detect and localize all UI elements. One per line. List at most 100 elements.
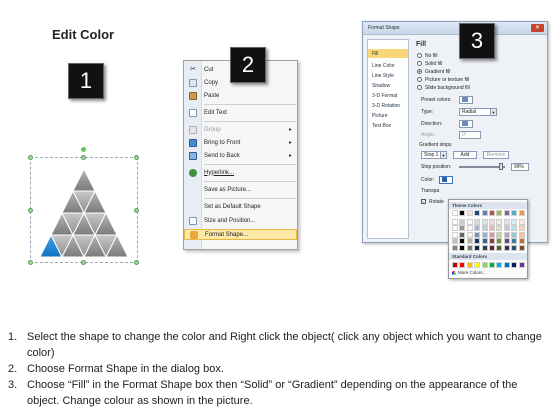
radio-slide-background-fill[interactable]: Slide background fill bbox=[417, 84, 470, 91]
color-swatch[interactable] bbox=[511, 231, 518, 238]
color-swatch[interactable] bbox=[474, 231, 481, 238]
preset-colors-button[interactable] bbox=[459, 95, 473, 104]
menu-item-edit-text[interactable]: Edit Text bbox=[184, 107, 297, 118]
color-swatch[interactable] bbox=[481, 225, 488, 232]
color-swatch[interactable] bbox=[489, 238, 495, 245]
color-swatch[interactable] bbox=[452, 245, 458, 251]
color-swatch[interactable] bbox=[511, 218, 518, 225]
color-swatch[interactable] bbox=[511, 245, 518, 251]
color-swatch[interactable] bbox=[459, 218, 466, 225]
color-swatch[interactable] bbox=[466, 238, 473, 245]
menu-item-paste[interactable]: Paste bbox=[184, 90, 297, 101]
standard-color-swatch[interactable] bbox=[511, 262, 518, 268]
color-swatch[interactable] bbox=[503, 231, 510, 238]
standard-color-swatch[interactable] bbox=[518, 262, 525, 268]
color-swatch[interactable] bbox=[518, 238, 525, 245]
color-swatch[interactable] bbox=[518, 231, 525, 238]
color-swatch[interactable] bbox=[466, 210, 473, 216]
color-swatch[interactable] bbox=[481, 238, 488, 245]
menu-item-hyperlink[interactable]: Hyperlink... bbox=[184, 167, 297, 178]
more-colors-button[interactable]: More Colors... bbox=[452, 270, 486, 275]
radio-picture-fill[interactable]: Picture or texture fill bbox=[417, 76, 469, 83]
color-swatch[interactable] bbox=[489, 225, 495, 232]
color-swatch[interactable] bbox=[503, 225, 510, 232]
color-swatch[interactable] bbox=[466, 245, 473, 251]
color-swatch[interactable] bbox=[489, 231, 495, 238]
color-swatch[interactable] bbox=[466, 225, 473, 232]
color-swatch[interactable] bbox=[474, 245, 481, 251]
color-swatch[interactable] bbox=[452, 210, 458, 216]
nav-item-text-box[interactable]: Text Box bbox=[368, 121, 408, 130]
color-picker-button[interactable] bbox=[439, 175, 453, 184]
direction-button[interactable] bbox=[459, 119, 473, 128]
color-swatch[interactable] bbox=[503, 218, 510, 225]
color-swatch[interactable] bbox=[452, 231, 458, 238]
color-swatch[interactable] bbox=[474, 210, 481, 216]
remove-stop-button[interactable]: Remove bbox=[483, 150, 509, 159]
standard-color-swatch[interactable] bbox=[466, 262, 473, 268]
color-swatch[interactable] bbox=[459, 238, 466, 245]
color-swatch[interactable] bbox=[459, 231, 466, 238]
radio-solid-fill[interactable]: Solid fill bbox=[417, 60, 442, 67]
menu-item-size-and-position[interactable]: Size and Position... bbox=[184, 215, 297, 226]
color-swatch[interactable] bbox=[518, 218, 525, 225]
color-swatch[interactable] bbox=[474, 225, 481, 232]
color-swatch[interactable] bbox=[466, 231, 473, 238]
color-swatch[interactable] bbox=[474, 238, 481, 245]
radio-gradient-fill[interactable]: Gradient fill bbox=[417, 68, 450, 75]
menu-item-set-default-shape[interactable]: Set as Default Shape bbox=[184, 201, 297, 212]
standard-color-swatch[interactable] bbox=[496, 262, 503, 268]
color-swatch[interactable] bbox=[496, 210, 503, 216]
radio-no-fill[interactable]: No fill bbox=[417, 52, 438, 59]
nav-item-line-style[interactable]: Line Style bbox=[368, 71, 408, 80]
color-swatch[interactable] bbox=[496, 218, 503, 225]
rotate-checkbox[interactable]: ✓ bbox=[421, 199, 426, 204]
color-swatch[interactable] bbox=[452, 238, 458, 245]
color-swatch[interactable] bbox=[459, 210, 466, 216]
color-swatch[interactable] bbox=[496, 225, 503, 232]
color-swatch[interactable] bbox=[466, 218, 473, 225]
color-swatch[interactable] bbox=[503, 245, 510, 251]
color-swatch[interactable] bbox=[496, 238, 503, 245]
color-swatch[interactable] bbox=[489, 245, 495, 251]
menu-item-format-shape[interactable]: Format Shape... bbox=[184, 229, 297, 240]
standard-color-swatch[interactable] bbox=[481, 262, 488, 268]
add-stop-button[interactable]: Add bbox=[453, 150, 477, 159]
color-swatch[interactable] bbox=[503, 210, 510, 216]
slider-thumb[interactable] bbox=[499, 162, 503, 170]
color-swatch[interactable] bbox=[496, 245, 503, 251]
nav-item-3d-format[interactable]: 3-D Format bbox=[368, 91, 408, 100]
color-swatch[interactable] bbox=[459, 225, 466, 232]
nav-item-fill[interactable]: Fill bbox=[368, 49, 408, 58]
standard-color-swatch[interactable] bbox=[503, 262, 510, 268]
color-swatch[interactable] bbox=[452, 225, 458, 232]
color-swatch[interactable] bbox=[503, 238, 510, 245]
angle-input[interactable]: 0° bbox=[459, 130, 481, 139]
standard-color-swatch[interactable] bbox=[459, 262, 466, 268]
menu-item-bring-to-front[interactable]: Bring to Front ▸ bbox=[184, 137, 297, 148]
color-swatch[interactable] bbox=[511, 210, 518, 216]
pyramid-triangles[interactable] bbox=[30, 147, 138, 265]
color-swatch[interactable] bbox=[481, 245, 488, 251]
color-swatch[interactable] bbox=[452, 218, 458, 225]
color-swatch[interactable] bbox=[481, 210, 488, 216]
color-swatch[interactable] bbox=[511, 225, 518, 232]
color-swatch[interactable] bbox=[518, 210, 525, 216]
color-swatch[interactable] bbox=[481, 218, 488, 225]
standard-color-swatch[interactable] bbox=[452, 262, 458, 268]
color-swatch[interactable] bbox=[518, 225, 525, 232]
menu-item-save-as-picture[interactable]: Save as Picture... bbox=[184, 184, 297, 195]
standard-color-swatch[interactable] bbox=[474, 262, 481, 268]
color-swatch[interactable] bbox=[518, 245, 525, 251]
color-swatch[interactable] bbox=[489, 210, 495, 216]
color-swatch[interactable] bbox=[496, 231, 503, 238]
stop-select[interactable]: Stop 1 ▼ bbox=[421, 150, 447, 159]
menu-item-send-to-back[interactable]: Send to Back ▸ bbox=[184, 150, 297, 161]
color-swatch[interactable] bbox=[489, 218, 495, 225]
standard-color-swatch[interactable] bbox=[489, 262, 495, 268]
nav-item-shadow[interactable]: Shadow bbox=[368, 81, 408, 90]
nav-item-line-color[interactable]: Line Color bbox=[368, 61, 408, 70]
stop-position-slider[interactable] bbox=[459, 162, 505, 170]
color-swatch[interactable] bbox=[474, 218, 481, 225]
close-icon[interactable]: ✕ bbox=[531, 24, 544, 32]
